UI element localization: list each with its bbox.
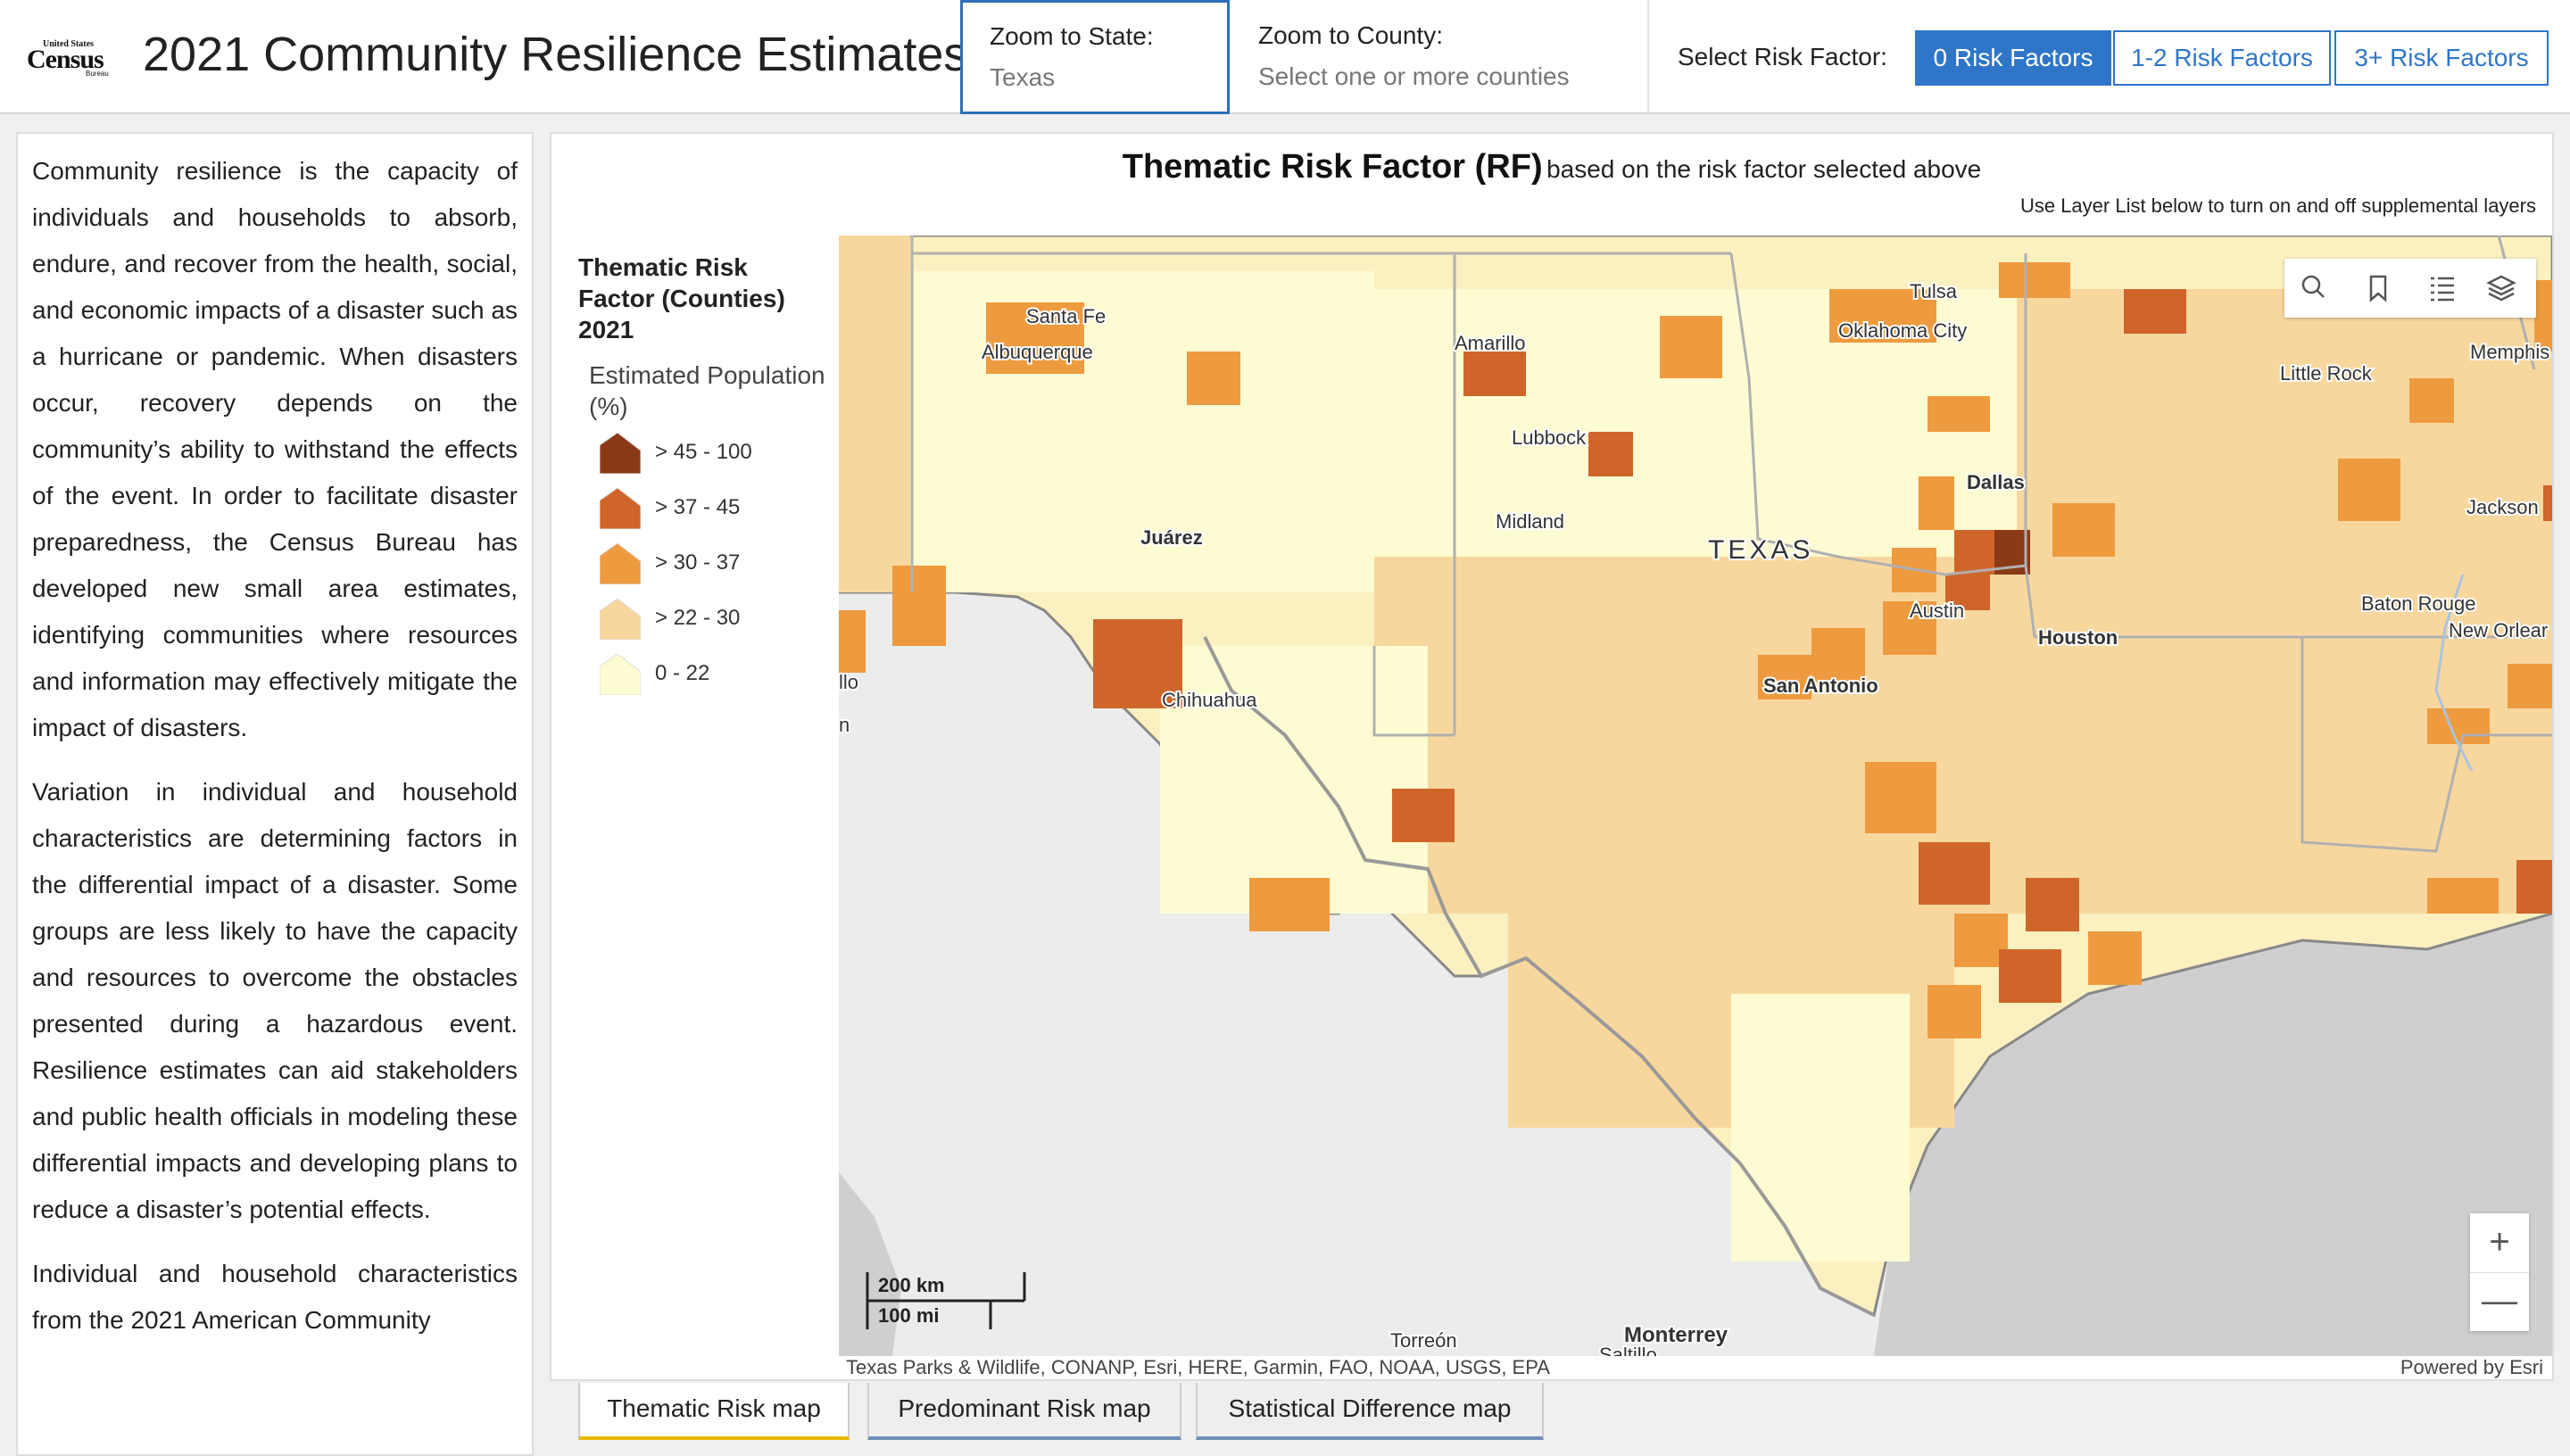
search-icon[interactable] [2284, 259, 2343, 318]
place-label: Austin [1910, 600, 1964, 622]
scale-km: 200 km [878, 1274, 945, 1296]
bookmark-icon[interactable] [2349, 259, 2408, 318]
basemap-layers-icon[interactable] [2472, 259, 2531, 318]
map-attribution: Texas Parks & Wildlife, CONANP, Esri, HE… [839, 1356, 2552, 1379]
legend-swatch [600, 488, 641, 529]
place-label: Juárez [1140, 526, 1203, 549]
place-label: San Antonio [1763, 674, 1878, 697]
app-header: United States Census Bureau 2021 Communi… [0, 0, 2570, 114]
place-label: Memphis [2470, 341, 2549, 363]
legend-item: > 37 - 45 [600, 477, 828, 533]
choropleth-map[interactable]: Santa Fe Albuquerque Amarillo Tulsa Okla… [839, 236, 2552, 1356]
map-title-bold: Thematic Risk Factor (RF) [1122, 148, 1543, 186]
map-title: Thematic Risk Factor (RF) based on the r… [551, 148, 2552, 186]
place-label: Santa Fe [1026, 305, 1106, 327]
tab-thematic-risk-map[interactable]: Thematic Risk map [578, 1383, 850, 1440]
map-card: Thematic Risk Factor (RF) based on the r… [550, 132, 2554, 1381]
intro-paragraph: Community resilience is the capacity of … [32, 157, 518, 741]
place-label: Amarillo [1455, 332, 1525, 354]
zoom-control: + — [2470, 1213, 2529, 1331]
zoom-in-button[interactable]: + [2470, 1213, 2529, 1273]
legend-swatch [600, 543, 641, 584]
map-legend: Thematic Risk Factor (Counties) 2021 Est… [578, 252, 828, 699]
map-view[interactable]: Santa Fe Albuquerque Amarillo Tulsa Okla… [839, 236, 2552, 1356]
place-label: Dallas [1967, 471, 2025, 493]
legend-label: 0 - 22 [655, 661, 710, 685]
place-label: llo [839, 671, 858, 693]
zoom-out-button[interactable]: — [2470, 1272, 2529, 1331]
place-label: Saltillo [1599, 1344, 1657, 1356]
risk-0-button[interactable]: 0 Risk Factors [1915, 30, 2111, 86]
app-title: 2021 Community Resilience Estimates [143, 28, 968, 81]
place-label: Tulsa [1910, 280, 1958, 302]
logo-line3: Bureau [86, 70, 109, 78]
map-toolbar [2284, 259, 2536, 318]
risk-1-2-button[interactable]: 1-2 Risk Factors [2113, 30, 2331, 86]
census-logo[interactable]: United States Census Bureau [27, 39, 116, 79]
zoom-to-state-value: Texas [990, 63, 1056, 91]
scale-mi: 100 mi [878, 1304, 940, 1327]
attribution-sources[interactable]: Texas Parks & Wildlife, CONANP, Esri, HE… [846, 1356, 1550, 1379]
layer-list-icon[interactable] [2413, 259, 2472, 318]
intro-text-panel[interactable]: Community resilience is the capacity of … [16, 132, 534, 1456]
scale-bar: 200 km 100 mi [866, 1272, 1044, 1335]
intro-paragraph: Individual and household characteristics… [32, 1260, 518, 1334]
legend-swatch [600, 599, 641, 640]
intro-paragraph: Variation in individual and household ch… [32, 778, 518, 1223]
legend-swatch [600, 433, 641, 474]
layer-list-hint: Use Layer List below to turn on and off … [2019, 194, 2536, 217]
legend-item: > 30 - 37 [600, 533, 828, 588]
legend-label: > 45 - 100 [655, 440, 752, 464]
zoom-to-county-selector[interactable]: Zoom to County: Select one or more count… [1231, 0, 1649, 114]
place-label: Oklahoma City [1838, 319, 1967, 342]
zoom-to-state-label: Zoom to State: [990, 22, 1154, 50]
zoom-to-county-placeholder: Select one or more counties [1258, 62, 1570, 90]
place-label: Chihuahua [1162, 689, 1257, 711]
place-label: Baton Rouge [2361, 592, 2475, 615]
risk-3-plus-button[interactable]: 3+ Risk Factors [2334, 30, 2549, 86]
place-label: Houston [2038, 626, 2118, 649]
legend-label: > 37 - 45 [655, 495, 741, 519]
legend-subtitle: Estimated Population (%) [589, 361, 825, 420]
tab-predominant-risk-map[interactable]: Predominant Risk map [867, 1383, 1181, 1440]
legend-item: 0 - 22 [600, 643, 828, 699]
zoom-to-county-label: Zoom to County: [1258, 21, 1443, 49]
legend-label: > 30 - 37 [655, 550, 741, 575]
place-label: Jackson [2466, 496, 2539, 518]
legend-item: > 22 - 30 [600, 588, 828, 643]
tab-statistical-difference-map[interactable]: Statistical Difference map [1196, 1383, 1544, 1440]
place-label: New Orlear [2449, 619, 2548, 641]
place-label: Little Rock [2280, 362, 2373, 385]
place-label: Lubbock [1512, 426, 1587, 449]
select-risk-factor-label: Select Risk Factor: [1678, 43, 1887, 70]
legend-item: > 45 - 100 [600, 422, 828, 477]
legend-label: > 22 - 30 [655, 606, 741, 630]
place-label: Albuquerque [982, 341, 1093, 363]
powered-by-esri[interactable]: Powered by Esri [2400, 1356, 2543, 1379]
place-label: Midland [1496, 510, 1564, 533]
legend-title: Thematic Risk Factor (Counties) 2021 [578, 253, 785, 343]
map-title-rest: based on the risk factor selected above [1546, 155, 1982, 183]
place-label: Torreón [1390, 1329, 1457, 1352]
legend-swatch [600, 654, 641, 695]
zoom-to-state-selector[interactable]: Zoom to State: Texas [960, 0, 1230, 114]
state-label-texas: TEXAS [1708, 535, 1813, 565]
place-label: n [839, 714, 850, 736]
